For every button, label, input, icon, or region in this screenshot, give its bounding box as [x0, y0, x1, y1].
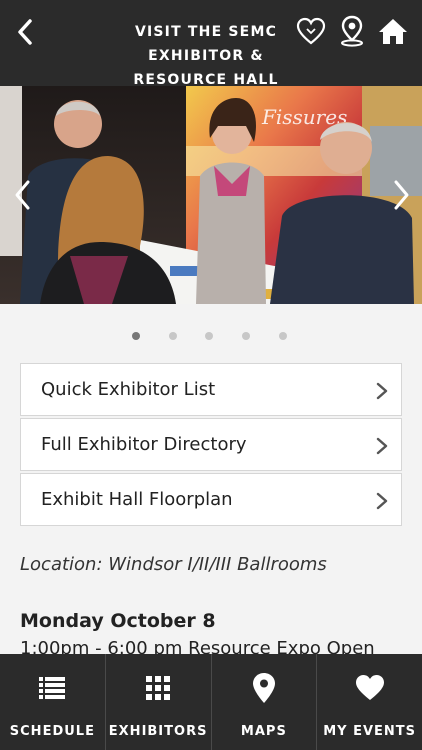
- tab-label: EXHIBITORS: [108, 724, 208, 739]
- exhibitor-menu: Quick Exhibitor List Full Exhibitor Dire…: [20, 363, 402, 528]
- image-carousel[interactable]: Fissures: [0, 86, 422, 304]
- quick-exhibitor-list-item[interactable]: Quick Exhibitor List: [20, 363, 402, 416]
- tab-label: SCHEDULE: [9, 724, 95, 739]
- chevron-left-icon: [18, 19, 32, 45]
- menu-item-label: Exhibit Hall Floorplan: [41, 489, 233, 510]
- heart-icon: [355, 674, 384, 702]
- location-text: Location: Windsor I/II/III Ballrooms: [20, 554, 327, 575]
- event-day-heading: Monday October 8: [20, 610, 216, 632]
- home-icon: [379, 19, 407, 44]
- tab-my-events[interactable]: MY EVENTS: [317, 654, 422, 750]
- carousel-prev-button[interactable]: [4, 170, 40, 220]
- pagination-dot[interactable]: [279, 332, 287, 340]
- grid-icon: [144, 674, 172, 702]
- menu-item-label: Quick Exhibitor List: [41, 379, 216, 400]
- favorite-button[interactable]: [294, 14, 328, 48]
- tab-label: MY EVENTS: [323, 724, 417, 739]
- header-bar: VISIT THE SEMC EXHIBITOR & RESOURCE HALL: [0, 0, 422, 88]
- menu-item-label: Full Exhibitor Directory: [41, 434, 247, 455]
- bottom-tab-bar: SCHEDULE EXHIBITORS MAPS MY EVENTS: [0, 654, 422, 750]
- home-button[interactable]: [376, 14, 410, 48]
- chevron-right-icon: [394, 180, 409, 210]
- exhibit-hall-floorplan-item[interactable]: Exhibit Hall Floorplan: [20, 473, 402, 526]
- carousel-pagination: [0, 330, 422, 344]
- exhibitor-photo: Fissures: [0, 86, 422, 304]
- map-pin-icon: [341, 15, 363, 47]
- page-title: VISIT THE SEMC EXHIBITOR & RESOURCE HALL: [96, 20, 316, 92]
- pagination-dot[interactable]: [242, 332, 250, 340]
- full-exhibitor-directory-item[interactable]: Full Exhibitor Directory: [20, 418, 402, 471]
- tab-maps[interactable]: MAPS: [212, 654, 318, 750]
- pagination-dot[interactable]: [169, 332, 177, 340]
- heart-outline-icon: [296, 17, 326, 45]
- page-title-line1: VISIT THE SEMC EXHIBITOR &: [134, 24, 278, 64]
- list-icon: [38, 674, 66, 702]
- pagination-dot[interactable]: [205, 332, 213, 340]
- pagination-dot[interactable]: [132, 332, 140, 340]
- chevron-right-icon: [376, 382, 388, 400]
- map-button[interactable]: [335, 14, 369, 48]
- map-pin-icon: [250, 673, 278, 703]
- chevron-right-icon: [376, 437, 388, 455]
- tab-schedule[interactable]: SCHEDULE: [0, 654, 106, 750]
- carousel-next-button[interactable]: [384, 170, 420, 220]
- chevron-right-icon: [376, 492, 388, 510]
- back-button[interactable]: [10, 14, 40, 50]
- chevron-left-icon: [15, 180, 30, 210]
- tab-exhibitors[interactable]: EXHIBITORS: [106, 654, 212, 750]
- tab-label: MAPS: [240, 724, 287, 739]
